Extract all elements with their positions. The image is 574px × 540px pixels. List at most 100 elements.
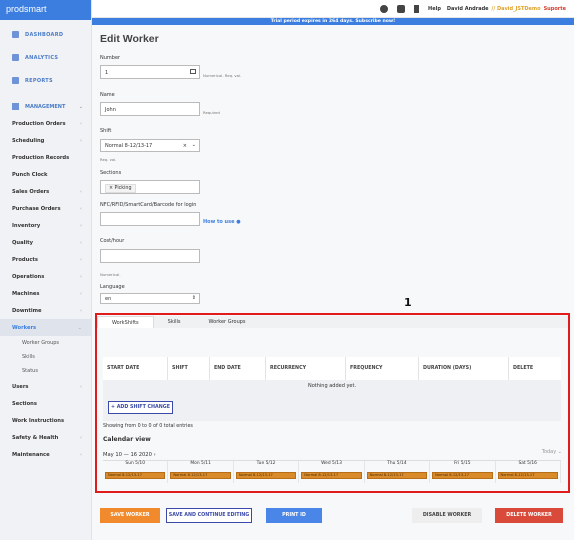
calendar-day[interactable]: Mon 5/11 Normal 8-12/13-17 — [168, 461, 234, 483]
add-shift-change-button[interactable]: + ADD SHIFT CHANGE — [108, 401, 173, 414]
company-name[interactable]: // David_JSTDemo — [492, 6, 541, 12]
bookmark-icon[interactable] — [414, 4, 420, 13]
calendar-shift-event[interactable]: Normal 8-12/13-17 — [366, 472, 428, 479]
calendar-day-label: Tue 5/12 — [256, 461, 276, 466]
sidebar-item-safety-health[interactable]: Safety & Health ‹ — [0, 429, 91, 446]
sidebar-item-workers[interactable]: Workers ⌄ — [0, 319, 91, 336]
chat-icon[interactable] — [397, 4, 406, 13]
sidebar-item-work-instructions[interactable]: Work Instructions — [0, 412, 91, 429]
annotation-number: 1 — [404, 296, 412, 309]
tab-worker-groups[interactable]: Worker Groups — [194, 316, 259, 328]
sidebar-item-purchase-orders[interactable]: Purchase Orders ‹ — [0, 200, 91, 217]
nav-management[interactable]: MANAGEMENT ⌄ — [0, 98, 91, 115]
shift-select[interactable]: Normal 8-12/13-17 × ⌄ — [100, 139, 200, 152]
calendar-shift-event[interactable]: Normal 8-12/13-17 — [235, 472, 297, 479]
calendar-day[interactable]: Thu 5/14 Normal 8-12/13-17 — [365, 461, 431, 483]
sections-label: Sections — [100, 170, 122, 176]
sidebar-item-users[interactable]: Users ‹ — [0, 378, 91, 395]
calendar-range[interactable]: May 10 — 16 2020 › — [103, 452, 156, 458]
chevron-icon: ‹ — [79, 383, 82, 390]
sidebar-item-maintenance[interactable]: Maintenance ‹ — [0, 446, 91, 463]
sidebar-subitem-status[interactable]: Status — [0, 364, 91, 378]
shift-value: Normal 8-12/13-17 — [105, 143, 153, 149]
how-to-use-link[interactable]: How to use ● — [203, 219, 241, 225]
delete-worker-button[interactable]: DELETE WORKER — [495, 508, 563, 523]
nav-analytics[interactable]: ANALYTICS — [0, 46, 91, 69]
sidebar-item-scheduling[interactable]: Scheduling ‹ — [0, 132, 91, 149]
table-info: Showing from 0 to 0 of 0 total entries — [103, 424, 193, 429]
col-delete[interactable]: DELETE — [509, 357, 561, 380]
col-duration[interactable]: DURATION (DAYS) — [419, 357, 509, 380]
tab-skills[interactable]: Skills — [154, 316, 195, 328]
trial-banner[interactable]: Trial period expires in 264 days. Subscr… — [92, 18, 574, 25]
calendar-day[interactable]: Sat 5/16 Normal 8-12/13-17 — [496, 461, 561, 483]
col-recurrency[interactable]: RECURRENCY — [266, 357, 346, 380]
number-value: 1 — [105, 70, 109, 76]
sidebar-item-production-orders[interactable]: Production Orders ‹ — [0, 115, 91, 132]
calendar-shift-event[interactable]: Normal 8-12/13-17 — [105, 472, 166, 479]
save-continue-button[interactable]: SAVE AND CONTINUE EDITING — [166, 508, 252, 523]
calendar-shift-event[interactable]: Normal 8-12/13-17 — [432, 472, 493, 479]
language-value: en — [105, 296, 112, 302]
management-icon — [12, 103, 19, 110]
page-title: Edit Worker — [100, 33, 159, 45]
disable-worker-button[interactable]: DISABLE WORKER — [412, 508, 482, 523]
calendar-shift-event[interactable]: Normal 8-12/13-17 — [170, 472, 231, 479]
sections-multiselect[interactable]: × Picking — [100, 180, 200, 194]
workshifts-table-header: START DATE SHIFT END DATE RECURRENCY FRE… — [103, 357, 561, 380]
col-shift[interactable]: SHIFT — [168, 357, 210, 380]
sidebar-item-label: Operations — [12, 273, 45, 280]
clear-icon[interactable]: × — [183, 143, 187, 149]
sidebar-item-downtime[interactable]: Downtime ‹ — [0, 302, 91, 319]
sidebar-item-label: Sales Orders — [12, 188, 50, 195]
name-hint: Required — [203, 110, 220, 115]
language-select[interactable]: en ⇕ — [100, 293, 200, 304]
sidebar-item-punch-clock[interactable]: Punch Clock — [0, 166, 91, 183]
sidebar-subitem-skills[interactable]: Skills — [0, 350, 91, 364]
save-worker-button[interactable]: SAVE WORKER — [100, 508, 160, 523]
sidebar-item-production-records[interactable]: Production Records — [0, 149, 91, 166]
calendar-shift-event[interactable]: Normal 8-12/13-17 — [301, 472, 362, 479]
sidebar-item-label: Quality — [12, 239, 34, 246]
sidebar-item-sales-orders[interactable]: Sales Orders ‹ — [0, 183, 91, 200]
calendar-today[interactable]: Today ⌄ — [542, 449, 562, 455]
chevron-icon: ‹ — [79, 451, 82, 458]
cost-input[interactable] — [100, 249, 200, 263]
number-input[interactable]: 1 — [100, 65, 200, 79]
sidebar-item-quality[interactable]: Quality ‹ — [0, 234, 91, 251]
nav-reports[interactable]: REPORTS — [0, 69, 91, 92]
chevron-down-icon: ⌄ — [191, 142, 196, 148]
sidebar-item-label: Workers — [12, 324, 37, 331]
nav-reports-label: REPORTS — [25, 77, 53, 84]
sidebar-item-label: Production Records — [12, 154, 70, 161]
support-link[interactable]: Suporte — [544, 6, 566, 12]
sidebar-subitem-worker-groups[interactable]: Worker Groups — [0, 336, 91, 350]
sidebar-item-operations[interactable]: Operations ‹ — [0, 268, 91, 285]
section-tag[interactable]: × Picking — [105, 184, 136, 193]
calendar-day[interactable]: Tue 5/12 Normal 8-12/13-17 — [234, 461, 300, 483]
help-circle-icon: ● — [236, 219, 241, 225]
sidebar-item-sections[interactable]: Sections — [0, 395, 91, 412]
col-frequency[interactable]: FREQUENCY — [346, 357, 419, 380]
app-logo[interactable]: prodsmart — [0, 0, 91, 20]
calendar-day[interactable]: Fri 5/15 Normal 8-12/13-17 — [430, 461, 496, 483]
sidebar-item-machines[interactable]: Machines ‹ — [0, 285, 91, 302]
calendar-day[interactable]: Wed 5/13 Normal 8-12/13-17 — [299, 461, 365, 483]
sidebar-item-inventory[interactable]: Inventory ‹ — [0, 217, 91, 234]
calendar-shift-event[interactable]: Normal 8-12/13-17 — [497, 472, 558, 479]
calendar-day-label: Wed 5/13 — [321, 461, 342, 466]
nfc-input[interactable] — [100, 212, 200, 226]
number-hint: Numerical. Req. val. — [203, 73, 242, 78]
sidebar-item-products[interactable]: Products ‹ — [0, 251, 91, 268]
col-start-date[interactable]: START DATE — [103, 357, 168, 380]
user-name[interactable]: David Andrade — [447, 6, 489, 12]
chevron-updown-icon: ⇕ — [191, 295, 196, 301]
help-link[interactable]: Help — [428, 6, 441, 12]
calendar-day[interactable]: Sun 5/10 Normal 8-12/13-17 — [103, 461, 169, 483]
settings-icon[interactable] — [380, 4, 389, 13]
print-id-button[interactable]: PRINT ID — [266, 508, 322, 523]
name-input[interactable]: John — [100, 102, 200, 116]
col-end-date[interactable]: END DATE — [210, 357, 266, 380]
tab-workshifts[interactable]: WorkShifts — [97, 316, 154, 328]
nav-dashboard[interactable]: DASHBOARD — [0, 23, 91, 46]
